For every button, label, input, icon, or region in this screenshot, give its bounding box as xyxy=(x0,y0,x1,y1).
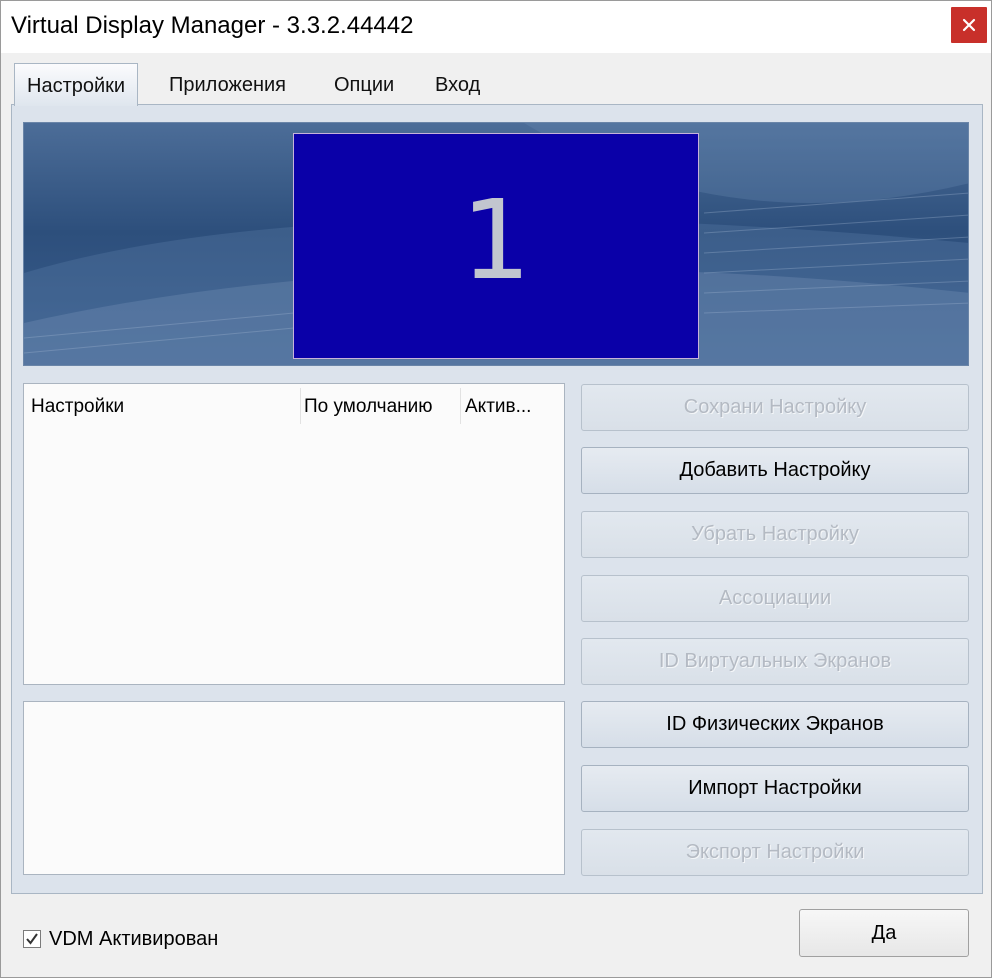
add-setting-button[interactable]: Добавить Настройку xyxy=(581,447,969,494)
vdm-active-checkbox[interactable] xyxy=(23,930,41,948)
tab-options[interactable]: Опции xyxy=(322,67,406,101)
tab-settings[interactable]: Настройки xyxy=(14,63,139,106)
virtual-screen-ids-button[interactable]: ID Виртуальных Экранов xyxy=(581,638,969,685)
column-divider[interactable] xyxy=(460,388,461,424)
close-icon xyxy=(962,18,976,32)
list-header: Настройки По умолчанию Актив... xyxy=(24,384,564,428)
tab-login[interactable]: Вход xyxy=(423,67,492,101)
close-button[interactable] xyxy=(951,7,987,43)
import-setting-button[interactable]: Импорт Настройки xyxy=(581,765,969,812)
column-header-settings[interactable]: Настройки xyxy=(31,396,301,418)
column-divider[interactable] xyxy=(300,388,301,424)
tab-applications[interactable]: Приложения xyxy=(157,67,298,101)
export-setting-button[interactable]: Экспорт Настройки xyxy=(581,829,969,876)
remove-setting-button[interactable]: Убрать Настройку xyxy=(581,511,969,558)
virtual-monitor-1[interactable]: 1 xyxy=(293,133,699,359)
physical-screen-ids-button[interactable]: ID Физических Экранов xyxy=(581,701,969,748)
checkmark-icon xyxy=(26,933,38,945)
settings-list[interactable]: Настройки По умолчанию Актив... xyxy=(23,383,565,685)
vdm-active-label: VDM Активирован xyxy=(49,927,219,950)
title-bar[interactable]: Virtual Display Manager - 3.3.2.44442 xyxy=(1,1,991,53)
window-title: Virtual Display Manager - 3.3.2.44442 xyxy=(11,12,414,39)
column-header-default[interactable]: По умолчанию xyxy=(304,396,464,418)
vdm-window: Virtual Display Manager - 3.3.2.44442 На… xyxy=(0,0,992,978)
monitor-number: 1 xyxy=(461,176,531,304)
save-setting-button[interactable]: Сохрани Настройку xyxy=(581,384,969,431)
tab-strip: Настройки Приложения Опции Вход xyxy=(1,53,991,106)
details-box[interactable] xyxy=(23,701,565,875)
vdm-active-row: VDM Активирован xyxy=(23,925,218,953)
ok-button[interactable]: Да xyxy=(799,909,969,957)
column-header-active[interactable]: Актив... xyxy=(465,396,565,418)
associations-button[interactable]: Ассоциации xyxy=(581,575,969,622)
